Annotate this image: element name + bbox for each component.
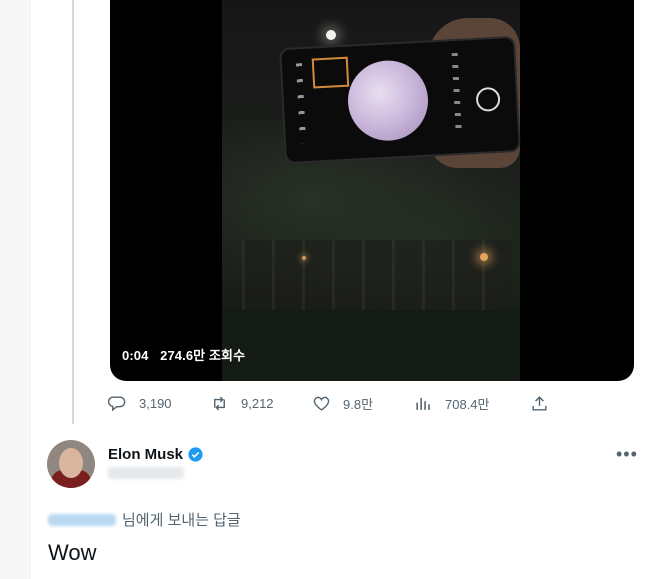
phone-moon-preview <box>345 58 431 143</box>
left-page-margin <box>0 0 30 579</box>
retweet-count: 9,212 <box>241 396 274 411</box>
sky-moon <box>326 30 336 40</box>
video-overlay-info: 0:04 274.6만 조회수 <box>122 345 253 364</box>
phone-zoom-dots <box>451 52 462 134</box>
share-icon <box>532 396 547 411</box>
zoom-lock-box <box>311 56 350 89</box>
author-handle-redacted <box>108 467 184 479</box>
video-fence <box>242 240 512 310</box>
reply-text: Wow <box>48 540 97 565</box>
reply-icon <box>108 396 126 412</box>
timeline-column-border <box>30 0 31 579</box>
replying-to-handle-redacted[interactable] <box>48 513 116 526</box>
replying-to: 님에게 보내는 답글 <box>48 509 241 530</box>
tweet-video-player[interactable]: 0:04 274.6만 조회수 <box>110 0 634 381</box>
verified-badge-icon <box>188 447 203 462</box>
avatar[interactable] <box>47 440 95 488</box>
views-count: 708.4만 <box>445 397 490 412</box>
more-icon[interactable]: ••• <box>616 444 638 465</box>
tweet-action-bar: 3,190 9,212 9.8만 708.4만 <box>108 394 558 418</box>
video-light <box>480 253 488 261</box>
share-button[interactable] <box>530 394 561 413</box>
retweet-icon <box>214 396 225 411</box>
like-count: 9.8만 <box>343 397 374 412</box>
reply-button[interactable]: 3,190 <box>108 394 172 413</box>
reply-count: 3,190 <box>139 396 172 411</box>
avatar-face <box>59 448 83 478</box>
views-icon <box>416 397 430 410</box>
phone-camera-screen <box>279 35 521 165</box>
author-name: Elon Musk <box>108 446 184 463</box>
replying-to-label: 님에게 보내는 답글 <box>122 512 241 529</box>
video-views: 274.6만 조회수 <box>160 348 246 363</box>
like-icon <box>313 396 330 411</box>
author-name-row[interactable]: Elon Musk <box>108 446 204 463</box>
video-ground <box>222 310 520 381</box>
phone-left-controls <box>295 63 307 144</box>
retweet-button[interactable]: 9,212 <box>210 394 274 413</box>
phone-shutter-icon <box>475 86 501 113</box>
video-light <box>302 256 306 260</box>
video-frame <box>222 0 521 381</box>
like-button[interactable]: 9.8만 <box>312 394 373 413</box>
video-time: 0:04 <box>122 348 149 363</box>
thread-connector-line <box>72 0 74 424</box>
views-button[interactable]: 708.4만 <box>414 394 490 413</box>
